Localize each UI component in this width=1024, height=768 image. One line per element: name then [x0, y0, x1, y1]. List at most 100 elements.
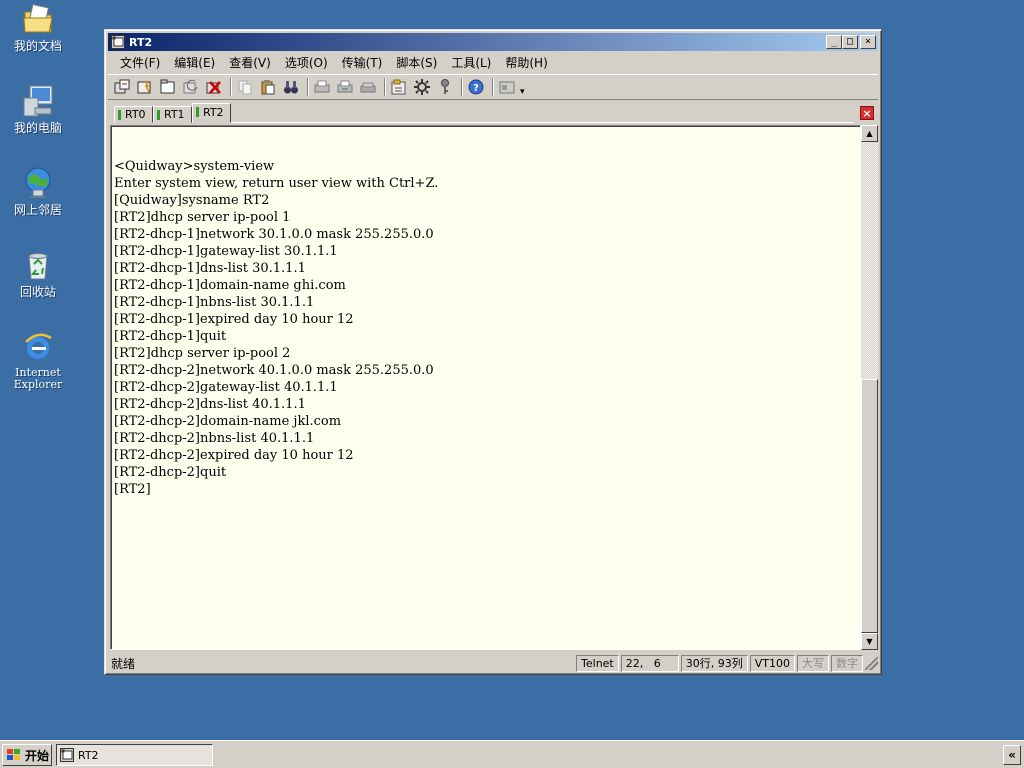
toolbar-overflow-button[interactable]: ▾ — [520, 87, 525, 97]
menu-transfer[interactable]: 传输(T) — [336, 54, 391, 71]
terminal-line: Enter system view, return user view with… — [114, 176, 439, 191]
copy-button[interactable] — [235, 77, 255, 97]
menu-help[interactable]: 帮助(H) — [499, 54, 555, 71]
maximize-button[interactable]: □ — [842, 35, 858, 49]
terminal-line: [RT2-dhcp-2]quit — [114, 465, 227, 480]
svg-text:?: ? — [473, 83, 479, 94]
scroll-thumb[interactable] — [861, 379, 878, 633]
scroll-up-button[interactable]: ▲ — [861, 125, 878, 142]
terminal-line: [RT2]dhcp server ip-pool 2 — [114, 346, 291, 361]
desktop-icon-label: 我的文档 — [13, 39, 62, 53]
connect-icon — [114, 79, 130, 94]
toolbar: ? ▾ — [108, 74, 878, 100]
desktop-icon-label: 网上邻居 — [13, 203, 62, 217]
quick-connect-button[interactable] — [135, 77, 155, 97]
customize-toolbar-button[interactable] — [497, 77, 517, 97]
desktop-icon-my-documents[interactable]: 我的文档 — [6, 2, 70, 53]
terminal-line: [RT2] — [114, 482, 151, 497]
desktop-icon-label: 我的电脑 — [13, 121, 62, 135]
status-num-lock: 数字 — [831, 654, 863, 672]
tab-strip-baseline — [230, 122, 854, 123]
tab-rt2[interactable]: RT2 — [192, 103, 231, 123]
page-setup-icon — [360, 82, 376, 93]
reconnect-icon — [183, 79, 198, 94]
tray-expand-button[interactable]: « — [1003, 745, 1021, 765]
status-protocol: Telnet — [576, 654, 619, 672]
session-options-button[interactable] — [389, 77, 409, 97]
paste-icon — [261, 80, 275, 95]
my-documents-icon — [23, 3, 53, 33]
status-text: 就绪 — [111, 656, 136, 671]
find-button[interactable] — [281, 77, 301, 97]
windows-logo-icon — [7, 749, 20, 760]
status-cursor-position: 22, 6 — [620, 654, 679, 672]
terminal-line: [RT2-dhcp-2]dns-list 40.1.1.1 — [114, 397, 306, 412]
key-icon — [441, 79, 449, 94]
desktop-icon-recycle-bin[interactable]: 回收站 — [6, 248, 70, 299]
resize-grip[interactable] — [865, 656, 878, 670]
desktop-icon-network-places[interactable]: 网上邻居 — [6, 166, 70, 217]
menu-options[interactable]: 选项(O) — [279, 54, 336, 71]
terminal-line: [RT2-dhcp-2]network 40.1.0.0 mask 255.25… — [114, 363, 434, 378]
status-bar: 就绪 Telnet 22, 6 30行, 93列 VT100 大写 数字 — [108, 654, 878, 672]
session-tab-strip: RT0 RT1 RT2 × — [108, 102, 878, 124]
terminal-line: [RT2-dhcp-1]network 30.1.0.0 mask 255.25… — [114, 227, 434, 242]
tab-window-icon — [160, 79, 175, 94]
terminal-app-icon — [111, 35, 125, 49]
connect-tab-button[interactable] — [158, 77, 178, 97]
global-options-button[interactable] — [412, 77, 432, 97]
menu-edit[interactable]: 编辑(E) — [168, 54, 223, 71]
desktop-icon-internet-explorer[interactable]: Internet Explorer — [6, 330, 70, 391]
terminal-line: [RT2-dhcp-1]domain-name ghi.com — [114, 278, 346, 293]
quick-connect-icon — [137, 80, 151, 94]
print-icon — [314, 80, 330, 93]
status-caps-lock: 大写 — [797, 654, 829, 672]
print-selection-button[interactable] — [335, 77, 355, 97]
terminal-line: [RT2-dhcp-1]dns-list 30.1.1.1 — [114, 261, 306, 276]
terminal-line: [RT2]dhcp server ip-pool 1 — [114, 210, 291, 225]
my-computer-icon — [23, 85, 53, 117]
taskbar-item-rt2[interactable]: RT2 — [56, 744, 213, 766]
reconnect-button[interactable] — [181, 77, 201, 97]
disconnect-icon — [206, 81, 221, 94]
close-tab-button[interactable]: × — [860, 106, 874, 120]
menu-view[interactable]: 查看(V) — [223, 54, 279, 71]
keymap-button[interactable] — [435, 77, 455, 97]
gear-icon — [414, 79, 430, 95]
terminal-line: [Quidway]sysname RT2 — [114, 193, 270, 208]
tab-rt1[interactable]: RT1 — [153, 106, 192, 123]
desktop-icon-label: Internet Explorer — [13, 366, 63, 391]
start-button[interactable]: 开始 — [2, 744, 52, 766]
title-bar[interactable]: RT2 _ □ × — [108, 33, 878, 51]
menu-script[interactable]: 脚本(S) — [390, 54, 445, 71]
vertical-scrollbar[interactable]: ▲ ▼ — [861, 125, 878, 650]
terminal-line: [RT2-dhcp-2]gateway-list 40.1.1.1 — [114, 380, 338, 395]
app-window: RT2 _ □ × 文件(F) 编辑(E) 查看(V) 选项(O) 传输(T) … — [104, 29, 882, 675]
terminal-line: [RT2-dhcp-2]expired day 10 hour 12 — [114, 448, 354, 463]
menu-tools[interactable]: 工具(L) — [445, 54, 499, 71]
toolbar-separator — [384, 78, 386, 96]
terminal-line: [RT2-dhcp-2]domain-name jkl.com — [114, 414, 342, 429]
scroll-down-button[interactable]: ▼ — [861, 633, 878, 650]
taskbar-item-label: RT2 — [78, 748, 99, 762]
terminal-line: [RT2-dhcp-2]nbns-list 40.1.1.1 — [114, 431, 315, 446]
disconnect-button[interactable] — [204, 77, 224, 97]
desktop-icon-label: 回收站 — [19, 285, 56, 299]
terminal-line: [RT2-dhcp-1]gateway-list 30.1.1.1 — [114, 244, 338, 259]
connect-button[interactable] — [112, 77, 132, 97]
minimize-button[interactable]: _ — [826, 35, 842, 49]
desktop-icon-my-computer[interactable]: 我的电脑 — [6, 84, 70, 135]
terminal-line: <Quidway>system-view — [114, 159, 275, 174]
tab-rt0[interactable]: RT0 — [114, 106, 153, 123]
terminal-output[interactable]: <Quidway>system-view Enter system view, r… — [110, 125, 861, 650]
help-button[interactable]: ? — [466, 77, 486, 97]
customize-icon — [499, 81, 515, 94]
close-button[interactable]: × — [860, 35, 876, 49]
print-button[interactable] — [312, 77, 332, 97]
print-selection-icon — [337, 80, 353, 93]
status-emulation: VT100 — [749, 654, 795, 672]
menu-file[interactable]: 文件(F) — [114, 54, 168, 71]
page-setup-button[interactable] — [358, 77, 378, 97]
menu-bar: 文件(F) 编辑(E) 查看(V) 选项(O) 传输(T) 脚本(S) 工具(L… — [108, 52, 878, 72]
paste-button[interactable] — [258, 77, 278, 97]
